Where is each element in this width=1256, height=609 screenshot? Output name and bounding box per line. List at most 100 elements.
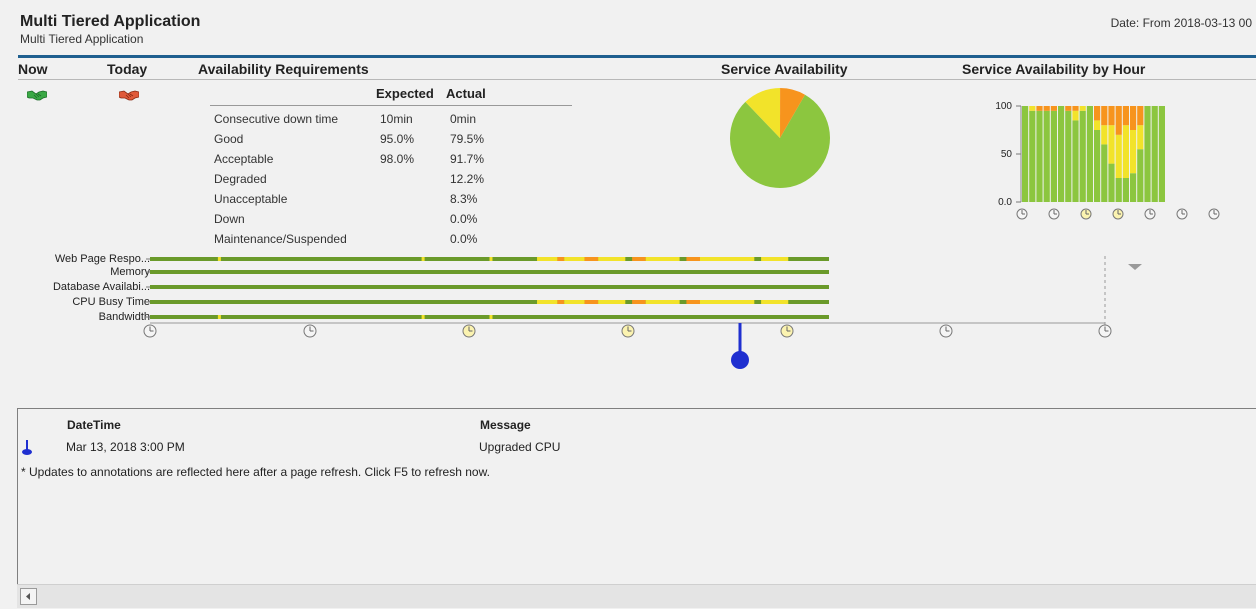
timeline-segment-degraded[interactable] [564, 257, 585, 261]
hour-bar-good[interactable] [1079, 110, 1086, 202]
clock-icon [780, 324, 794, 338]
timeline-segment-degraded[interactable] [645, 257, 680, 261]
timeline-segment-degraded[interactable] [598, 300, 626, 304]
requirement-label: Degraded [214, 172, 267, 186]
hour-bar-good[interactable] [1108, 163, 1115, 202]
timeline-track[interactable] [150, 270, 829, 274]
clock-icon [1208, 208, 1220, 220]
timeline-track[interactable] [150, 285, 829, 289]
hour-bar-degraded[interactable] [1115, 134, 1122, 178]
hour-bar-good[interactable] [1101, 144, 1108, 202]
timeline-segment-degraded[interactable] [217, 315, 221, 319]
timeline-segment-degraded[interactable] [537, 257, 558, 261]
annotation-datetime[interactable]: Mar 13, 2018 3:00 PM [66, 440, 185, 454]
timeline-segment-degraded[interactable] [761, 300, 789, 304]
hour-bar-good[interactable] [1137, 149, 1144, 202]
clock-icon [1080, 208, 1092, 220]
hour-bar-unacceptable[interactable] [1122, 106, 1129, 126]
hour-bar-degraded[interactable] [1079, 106, 1086, 111]
hour-bar-good[interactable] [1022, 106, 1029, 202]
y-tick-label: 50 [1001, 149, 1013, 160]
timeline-segment-degraded[interactable] [761, 257, 789, 261]
y-tick-label: 0.0 [998, 197, 1012, 208]
hour-bar-degraded[interactable] [1122, 125, 1129, 178]
timeline-segment-unacceptable[interactable] [584, 300, 599, 304]
hour-bar-good[interactable] [1036, 110, 1043, 202]
hour-bar-degraded[interactable] [1072, 110, 1079, 121]
hour-bar-good[interactable] [1094, 130, 1101, 202]
hour-bar-good[interactable] [1072, 120, 1079, 202]
hour-bar-degraded[interactable] [1130, 130, 1137, 174]
scroll-left-icon [26, 593, 30, 600]
hour-bar-degraded[interactable] [1137, 125, 1144, 150]
hour-bar-unacceptable[interactable] [1050, 106, 1057, 111]
annotation-pin-marker[interactable] [731, 351, 749, 369]
hour-bar-degraded[interactable] [1094, 120, 1101, 130]
requirement-label: Good [214, 132, 244, 146]
hour-bar-good[interactable] [1058, 106, 1065, 202]
timeline-segment-degraded[interactable] [421, 315, 425, 319]
hour-bar-good[interactable] [1151, 106, 1158, 202]
availability-by-hour-chart: 100 50 0.0 [995, 101, 1220, 220]
timeline-segment-unacceptable[interactable] [557, 300, 565, 304]
hour-bar-good[interactable] [1086, 106, 1093, 202]
timeline-segment-unacceptable[interactable] [632, 300, 646, 304]
now-handshake-icon[interactable] [27, 89, 47, 101]
timeline-segment-degraded[interactable] [598, 257, 626, 261]
hour-bar-good[interactable] [1144, 106, 1151, 202]
hour-bar-degraded[interactable] [1101, 125, 1108, 145]
hour-bar-degraded[interactable] [1029, 106, 1036, 111]
hour-bar-unacceptable[interactable] [1094, 106, 1101, 121]
hour-bar-unacceptable[interactable] [1137, 106, 1144, 126]
hour-bar-unacceptable[interactable] [1065, 106, 1072, 111]
hour-bar-degraded[interactable] [1108, 125, 1115, 164]
timeline-segment-degraded[interactable] [489, 257, 493, 261]
hour-bar-good[interactable] [1065, 110, 1072, 202]
timeline-segment-degraded[interactable] [421, 257, 425, 261]
requirements-table: Expected Actual Consecutive down time 10m… [210, 86, 572, 251]
expected-header: Expected [376, 86, 434, 101]
expand-arrow-icon[interactable] [1126, 262, 1144, 272]
hour-bar-unacceptable[interactable] [1036, 106, 1043, 111]
annotation-pin-icon[interactable] [21, 440, 33, 456]
today-handshake-icon[interactable] [119, 89, 139, 101]
hour-bar-good[interactable] [1130, 173, 1137, 202]
hour-bar-good[interactable] [1122, 178, 1129, 202]
hour-bar-unacceptable[interactable] [1130, 106, 1137, 130]
clock-icon [1112, 208, 1124, 220]
col-service-availability-by-hour: Service Availability by Hour [962, 61, 1146, 77]
hour-bar-good[interactable] [1043, 110, 1050, 202]
timeline-segment-unacceptable[interactable] [686, 300, 700, 304]
timeline-segment-degraded[interactable] [564, 300, 585, 304]
annotation-message[interactable]: Upgraded CPU [479, 440, 560, 454]
timeline-segment-degraded[interactable] [489, 315, 493, 319]
hour-bar-unacceptable[interactable] [1072, 106, 1079, 111]
timeline-segment-unacceptable[interactable] [632, 257, 646, 261]
hour-bar-unacceptable[interactable] [1043, 106, 1050, 111]
horizontal-scrollbar[interactable] [17, 584, 1256, 608]
timeline-chart [143, 256, 1112, 369]
hour-bar-good[interactable] [1115, 178, 1122, 202]
col-now: Now [18, 61, 48, 77]
scroll-left-button[interactable] [20, 588, 37, 605]
timeline-segment-unacceptable[interactable] [557, 257, 565, 261]
hour-bar-good[interactable] [1029, 110, 1036, 202]
hour-bar-good[interactable] [1050, 110, 1057, 202]
requirement-expected: 10min [380, 112, 413, 126]
hour-bar-good[interactable] [1158, 106, 1165, 202]
requirement-label: Unacceptable [214, 192, 288, 206]
timeline-segment-degraded[interactable] [645, 300, 680, 304]
clock-icon [143, 324, 157, 338]
timeline-segment-degraded[interactable] [699, 300, 755, 304]
hour-bar-unacceptable[interactable] [1115, 106, 1122, 135]
requirement-row: Acceptable 98.0% 91.7% [214, 152, 572, 172]
hour-bar-unacceptable[interactable] [1101, 106, 1108, 126]
timeline-segment-unacceptable[interactable] [686, 257, 700, 261]
clock-icon [1048, 208, 1060, 220]
timeline-segment-unacceptable[interactable] [584, 257, 599, 261]
timeline-segment-degraded[interactable] [537, 300, 558, 304]
timeline-segment-degraded[interactable] [217, 257, 221, 261]
actual-header: Actual [446, 86, 486, 101]
hour-bar-unacceptable[interactable] [1108, 106, 1115, 126]
timeline-segment-degraded[interactable] [699, 257, 755, 261]
